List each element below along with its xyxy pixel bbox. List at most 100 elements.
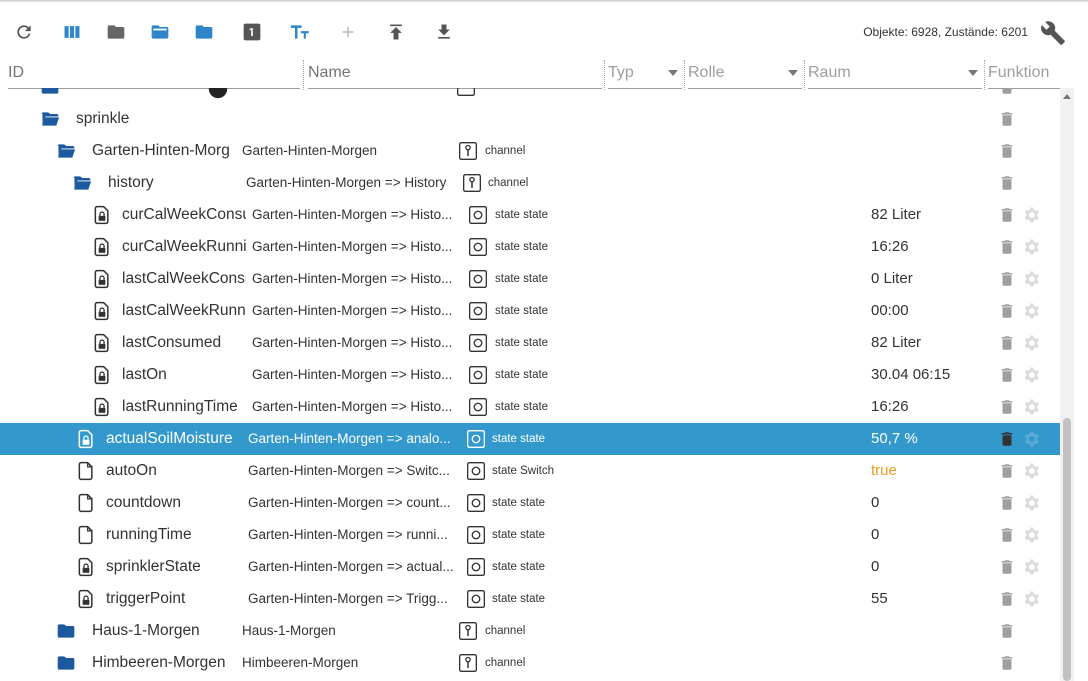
object-value[interactable]: true bbox=[871, 455, 897, 487]
object-value[interactable]: 0 bbox=[871, 487, 879, 519]
tree-row[interactable]: Garten-Hinten-Morg Garten-Hinten-Morgen ch… bbox=[0, 135, 1060, 167]
tree-row-partial[interactable] bbox=[0, 88, 1060, 103]
funktion-filter-select[interactable]: Funktion bbox=[988, 60, 1074, 89]
object-name: Garten-Hinten-Morgen => analo... bbox=[248, 431, 451, 446]
raum-filter-select[interactable]: Raum bbox=[808, 60, 982, 89]
tree-row[interactable]: sprinklerState Garten-Hinten-Morgen => ac… bbox=[0, 551, 1060, 583]
view-one-icon[interactable] bbox=[240, 20, 264, 44]
gear-icon[interactable] bbox=[1021, 333, 1041, 353]
trash-icon[interactable] bbox=[998, 301, 1016, 321]
add-icon[interactable] bbox=[336, 20, 360, 44]
trash-icon[interactable] bbox=[998, 397, 1016, 417]
object-value[interactable]: 0 bbox=[871, 551, 879, 583]
gear-icon[interactable] bbox=[1021, 397, 1041, 417]
download-icon[interactable] bbox=[432, 20, 456, 44]
trash-icon[interactable] bbox=[998, 557, 1016, 577]
trash-icon[interactable] bbox=[998, 141, 1016, 161]
object-id: curCalWeekRunni bbox=[122, 238, 246, 255]
gear-icon[interactable] bbox=[1021, 589, 1041, 609]
object-value[interactable]: 16:26 bbox=[871, 231, 909, 263]
object-id: lastRunningTime bbox=[122, 398, 238, 415]
gear-icon[interactable] bbox=[1021, 269, 1041, 289]
object-value[interactable]: 82 Liter bbox=[871, 199, 921, 231]
refresh-icon[interactable] bbox=[12, 20, 36, 44]
name-filter[interactable] bbox=[308, 60, 602, 89]
object-type: state state bbox=[495, 401, 549, 413]
trash-icon[interactable] bbox=[998, 493, 1016, 513]
locked-file-icon bbox=[76, 557, 96, 577]
channel-type-icon bbox=[456, 88, 476, 97]
tree-row[interactable]: actualSoilMoisture Garten-Hinten-Morgen =… bbox=[0, 423, 1060, 455]
upload-icon[interactable] bbox=[384, 20, 408, 44]
column-divider[interactable] bbox=[804, 60, 805, 90]
tree-row[interactable]: lastConsumed Garten-Hinten-Morgen => Hist… bbox=[0, 327, 1060, 359]
tree-row[interactable]: lastRunningTime Garten-Hinten-Morgen => H… bbox=[0, 391, 1060, 423]
trash-icon[interactable] bbox=[998, 365, 1016, 385]
id-filter-input[interactable] bbox=[8, 60, 300, 86]
gear-icon[interactable] bbox=[1021, 461, 1041, 481]
scroll-up-icon[interactable] bbox=[1063, 94, 1071, 99]
column-divider[interactable] bbox=[604, 60, 605, 90]
object-type: state state bbox=[495, 273, 549, 285]
column-divider[interactable] bbox=[684, 60, 685, 90]
object-value[interactable]: 0 Liter bbox=[871, 263, 913, 295]
state-type-icon bbox=[468, 205, 488, 225]
scrollbar-thumb[interactable] bbox=[1063, 418, 1071, 681]
tree-row[interactable]: curCalWeekConsu Garten-Hinten-Morgen => H… bbox=[0, 199, 1060, 231]
gear-icon[interactable] bbox=[1021, 557, 1041, 577]
object-value[interactable]: 30.04 06:15 bbox=[871, 359, 950, 391]
trash-icon[interactable] bbox=[998, 205, 1016, 225]
gear-icon[interactable] bbox=[1021, 365, 1041, 385]
trash-icon[interactable] bbox=[998, 88, 1016, 97]
object-value[interactable]: 55 bbox=[871, 583, 888, 615]
columns-icon[interactable] bbox=[60, 20, 84, 44]
tree-row[interactable]: countdown Garten-Hinten-Morgen => count..… bbox=[0, 487, 1060, 519]
tree-row[interactable]: runningTime Garten-Hinten-Morgen => runni… bbox=[0, 519, 1060, 551]
trash-icon[interactable] bbox=[998, 333, 1016, 353]
text-size-icon[interactable] bbox=[288, 20, 312, 44]
trash-icon[interactable] bbox=[998, 653, 1016, 673]
tree-row[interactable]: Haus-1-Morgen Haus-1-Morgen channel bbox=[0, 615, 1060, 647]
tree-row[interactable]: triggerPoint Garten-Hinten-Morgen => Trig… bbox=[0, 583, 1060, 615]
tree-row[interactable]: lastCalWeekRunni Garten-Hinten-Morgen => … bbox=[0, 295, 1060, 327]
trash-icon[interactable] bbox=[998, 237, 1016, 257]
tree-row[interactable]: history Garten-Hinten-Morgen => History ch… bbox=[0, 167, 1060, 199]
object-value[interactable]: 16:26 bbox=[871, 391, 909, 423]
typ-filter-select[interactable]: Typ bbox=[608, 60, 682, 89]
trash-icon[interactable] bbox=[998, 173, 1016, 193]
vertical-scrollbar[interactable] bbox=[1060, 88, 1074, 681]
trash-icon[interactable] bbox=[998, 429, 1016, 449]
object-value[interactable]: 00:00 bbox=[871, 295, 909, 327]
tree-row[interactable]: Himbeeren-Morgen Himbeeren-Morgen channel bbox=[0, 647, 1060, 679]
folder-closed-icon[interactable] bbox=[104, 20, 128, 44]
folder-open-icon[interactable] bbox=[148, 20, 172, 44]
tree-row[interactable]: autoOn Garten-Hinten-Morgen => Switc... st… bbox=[0, 455, 1060, 487]
gear-icon[interactable] bbox=[1021, 429, 1041, 449]
trash-icon[interactable] bbox=[998, 525, 1016, 545]
trash-icon[interactable] bbox=[998, 109, 1016, 129]
gear-icon[interactable] bbox=[1021, 237, 1041, 257]
trash-icon[interactable] bbox=[998, 621, 1016, 641]
trash-icon[interactable] bbox=[998, 461, 1016, 481]
object-value[interactable]: 0 bbox=[871, 519, 879, 551]
gear-icon[interactable] bbox=[1021, 301, 1041, 321]
id-filter[interactable] bbox=[8, 60, 300, 89]
trash-icon[interactable] bbox=[998, 589, 1016, 609]
tree-row[interactable]: curCalWeekRunni Garten-Hinten-Morgen => H… bbox=[0, 231, 1060, 263]
wrench-icon[interactable] bbox=[1040, 20, 1066, 46]
gear-icon[interactable] bbox=[1021, 525, 1041, 545]
gear-icon[interactable] bbox=[1021, 493, 1041, 513]
tree-row[interactable]: sprinkle bbox=[0, 103, 1060, 135]
tree-row[interactable]: lastOn Garten-Hinten-Morgen => Histo... st… bbox=[0, 359, 1060, 391]
object-id: autoOn bbox=[106, 462, 157, 479]
tree-row[interactable]: lastCalWeekConsu Garten-Hinten-Morgen => … bbox=[0, 263, 1060, 295]
column-divider[interactable] bbox=[303, 60, 304, 90]
gear-icon[interactable] bbox=[1021, 205, 1041, 225]
object-value[interactable]: 50,7 % bbox=[871, 423, 918, 455]
trash-icon[interactable] bbox=[998, 269, 1016, 289]
folder-icon[interactable] bbox=[192, 20, 216, 44]
name-filter-input[interactable] bbox=[308, 60, 602, 86]
column-divider[interactable] bbox=[984, 60, 985, 90]
rolle-filter-select[interactable]: Rolle bbox=[688, 60, 802, 89]
object-value[interactable]: 82 Liter bbox=[871, 327, 921, 359]
